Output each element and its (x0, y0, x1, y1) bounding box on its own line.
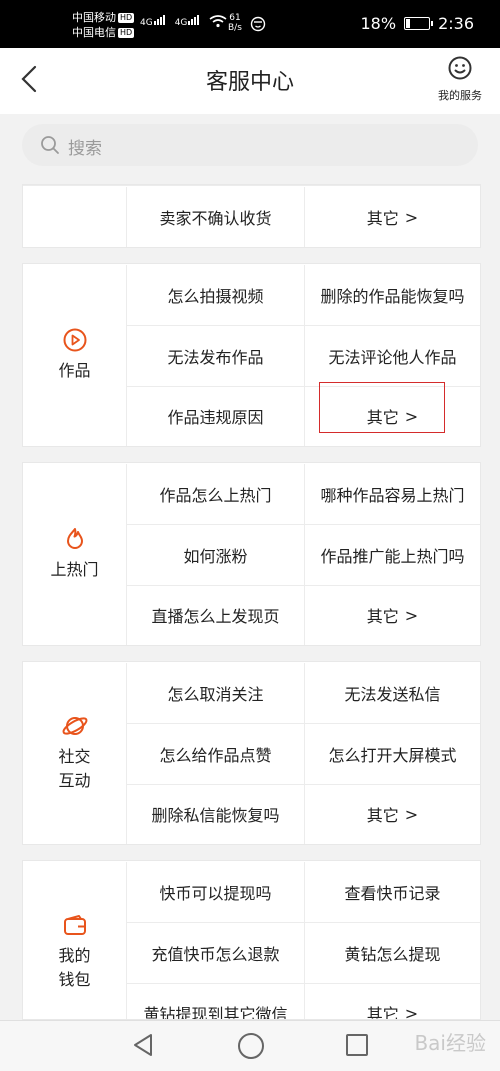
faq-item-other[interactable]: 其它 > (304, 784, 480, 844)
faq-item[interactable]: 直播怎么上发现页 (126, 585, 304, 645)
carrier-info: 中国移动 HD 中国电信 HD (72, 10, 135, 40)
wallet-icon (63, 915, 86, 935)
faq-item[interactable]: 哪种作品容易上热门 (304, 464, 480, 524)
faq-item[interactable]: 卖家不确认收货 (126, 187, 304, 247)
faq-item-other[interactable]: 其它 > (304, 585, 480, 645)
faq-item-other[interactable]: 其它 > (304, 187, 480, 247)
faq-section-partial: 卖家不确认收货 其它 > (22, 184, 481, 248)
chevron-right-icon: > (404, 1003, 419, 1020)
highlight-box (319, 382, 445, 433)
faq-item[interactable]: 快币可以提现吗 (126, 862, 304, 922)
signal-indicators: 4G 4G (140, 15, 227, 28)
smile-icon (448, 56, 472, 80)
faq-item[interactable]: 无法发送私信 (304, 663, 480, 723)
page-title: 客服中心 (205, 70, 294, 95)
chevron-right-icon: > (404, 605, 419, 625)
chevron-right-icon: > (404, 804, 419, 824)
faq-section-works: 作品 怎么拍摄视频 删除的作品能恢复吗 无法发布作品 无法评论他人作品 作品违规… (22, 263, 481, 447)
faq-item[interactable]: 黄钻提现到其它微信 (126, 983, 304, 1019)
carrier-1: 中国移动 (72, 11, 116, 24)
faq-item[interactable]: 无法评论他人作品 (304, 326, 480, 386)
faq-item[interactable]: 如何涨粉 (126, 525, 304, 585)
hd-badge: HD (118, 13, 135, 23)
faq-item[interactable]: 充值快币怎么退款 (126, 923, 304, 983)
header: 客服中心 我的服务 (0, 48, 500, 114)
play-circle-icon (63, 328, 86, 352)
signal-icon: 4G (175, 15, 200, 28)
search-placeholder: 搜索 (68, 139, 102, 159)
search-icon (41, 136, 59, 154)
faq-item[interactable]: 怎么拍摄视频 (126, 265, 304, 325)
hd-badge: HD (118, 28, 135, 38)
faq-item[interactable]: 作品违规原因 (126, 386, 304, 446)
category-trending: 上热门 (23, 463, 126, 645)
flame-icon (66, 528, 83, 549)
status-bar: 中国移动 HD 中国电信 HD 4G 4G 61 B/s 18% 2:36 (0, 0, 500, 48)
chevron-right-icon: > (404, 207, 419, 227)
search-input[interactable]: 搜索 (22, 124, 478, 166)
clock: 2:36 (438, 14, 474, 33)
category-works: 作品 (23, 264, 126, 446)
category-social: 社交 互动 (23, 662, 126, 844)
nav-home-icon[interactable] (238, 1033, 264, 1059)
nav-back-icon[interactable] (132, 1033, 154, 1057)
wifi-icon (209, 15, 227, 28)
nav-recents-icon[interactable] (346, 1034, 368, 1056)
my-service-button[interactable]: 我的服务 (430, 55, 490, 103)
faq-item[interactable]: 查看快币记录 (304, 862, 480, 922)
faq-item[interactable]: 无法发布作品 (126, 326, 304, 386)
faq-item[interactable]: 怎么打开大屏模式 (304, 724, 480, 784)
faq-item-other[interactable]: 其它 > (304, 983, 480, 1020)
face-icon (250, 16, 266, 32)
faq-item[interactable]: 怎么给作品点赞 (126, 724, 304, 784)
watermark: Bai经验 (414, 1031, 486, 1055)
planet-icon (62, 717, 87, 735)
faq-section-wallet: 我的 钱包 快币可以提现吗 查看快币记录 充值快币怎么退款 黄钻怎么提现 黄钻提… (22, 860, 481, 1020)
category-wallet: 我的 钱包 (23, 861, 126, 1019)
faq-item[interactable]: 黄钻怎么提现 (304, 923, 480, 983)
system-nav-bar: Bai经验 (0, 1020, 500, 1071)
faq-item[interactable]: 删除的作品能恢复吗 (304, 265, 480, 325)
faq-section-social: 社交 互动 怎么取消关注 无法发送私信 怎么给作品点赞 怎么打开大屏模式 删除私… (22, 661, 481, 845)
signal-icon: 4G (140, 15, 165, 28)
faq-section-trending: 上热门 作品怎么上热门 哪种作品容易上热门 如何涨粉 作品推广能上热门吗 直播怎… (22, 462, 481, 646)
battery-icon (404, 17, 434, 30)
faq-item[interactable]: 作品怎么上热门 (126, 464, 304, 524)
battery-percent: 18% (360, 14, 397, 33)
network-speed: 61 B/s (228, 13, 242, 33)
my-service-label: 我的服务 (438, 89, 482, 102)
status-right: 18% 2:36 (361, 14, 475, 33)
faq-item[interactable]: 作品推广能上热门吗 (304, 525, 480, 585)
faq-item[interactable]: 删除私信能恢复吗 (126, 784, 304, 844)
carrier-2: 中国电信 (72, 26, 116, 39)
faq-item[interactable]: 怎么取消关注 (126, 663, 304, 723)
